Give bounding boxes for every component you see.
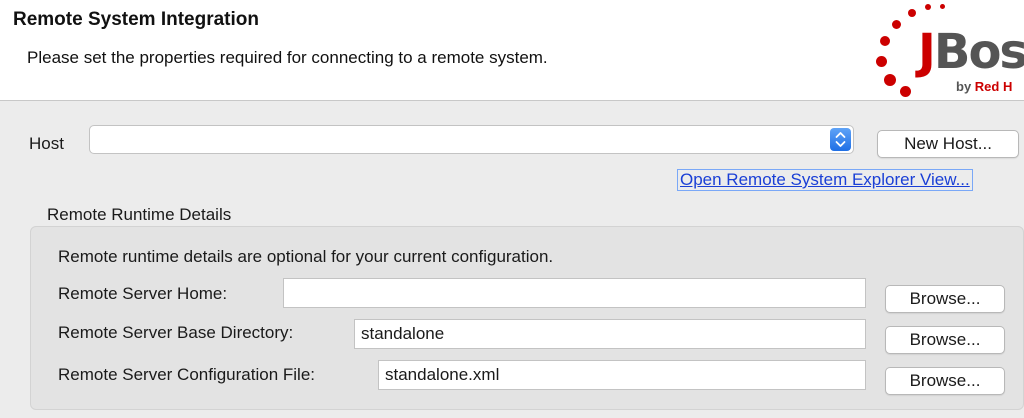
browse-server-home-button[interactable]: Browse... <box>885 285 1005 313</box>
browse-base-directory-button[interactable]: Browse... <box>885 326 1005 354</box>
config-file-label: Remote Server Configuration File: <box>58 365 316 384</box>
host-combo[interactable] <box>89 125 854 154</box>
open-explorer-link[interactable]: Open Remote System Explorer View... <box>677 169 973 191</box>
logo-wordmark: JBoss <box>918 24 1024 80</box>
base-directory-label: Remote Server Base Directory: <box>58 323 294 342</box>
page-title: Remote System Integration <box>13 9 259 30</box>
base-directory-field[interactable]: standalone <box>354 319 866 349</box>
runtime-note: Remote runtime details are optional for … <box>58 247 554 266</box>
page-description: Please set the properties required for c… <box>27 48 548 67</box>
wizard-header: Remote System Integration Please set the… <box>0 0 1024 101</box>
host-label: Host <box>29 134 64 153</box>
combo-arrows-icon[interactable] <box>830 128 851 151</box>
new-host-button[interactable]: New Host... <box>877 130 1019 158</box>
server-home-label: Remote Server Home: <box>58 284 228 303</box>
server-home-field[interactable] <box>283 278 866 308</box>
logo-subtitle: by Red H <box>956 79 1013 94</box>
runtime-group-title: Remote Runtime Details <box>47 205 232 224</box>
jboss-logo: JBoss by Red H <box>866 0 1024 100</box>
browse-config-file-button[interactable]: Browse... <box>885 367 1005 395</box>
config-file-field[interactable]: standalone.xml <box>378 360 866 390</box>
